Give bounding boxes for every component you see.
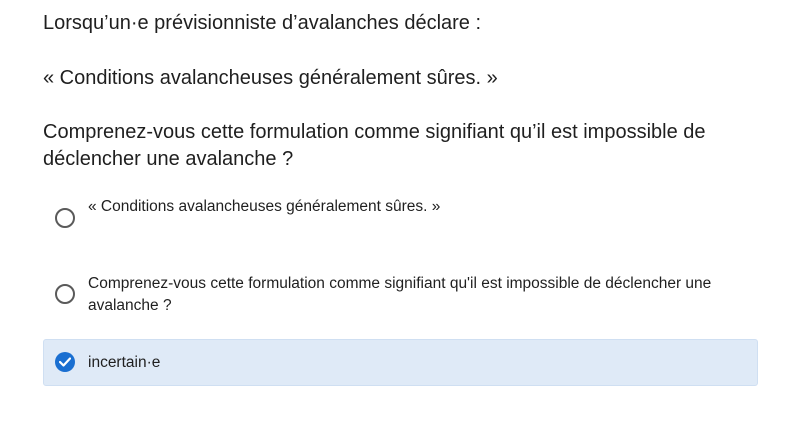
radio-checked-icon[interactable] bbox=[55, 352, 75, 372]
question-quote: « Conditions avalancheuses généralement … bbox=[43, 67, 498, 89]
answer-option-label: Comprenez-vous cette formulation comme s… bbox=[88, 275, 712, 314]
answer-option-3-selected[interactable]: incertain·e bbox=[43, 339, 758, 386]
radio-unchecked-icon[interactable] bbox=[55, 208, 75, 228]
answer-option-2[interactable]: Comprenez-vous cette formulation comme s… bbox=[43, 270, 758, 326]
radio-unchecked-icon[interactable] bbox=[55, 284, 75, 304]
checkmark-icon bbox=[59, 357, 71, 367]
question-intro: Lorsqu’un·e prévisionniste d’avalanches … bbox=[43, 12, 482, 34]
answer-option-label: « Conditions avalancheuses généralement … bbox=[88, 198, 441, 215]
answer-option-1[interactable]: « Conditions avalancheuses généralement … bbox=[43, 192, 758, 248]
question-text: Comprenez-vous cette formulation comme s… bbox=[43, 121, 706, 170]
answer-option-label: incertain·e bbox=[88, 354, 161, 371]
